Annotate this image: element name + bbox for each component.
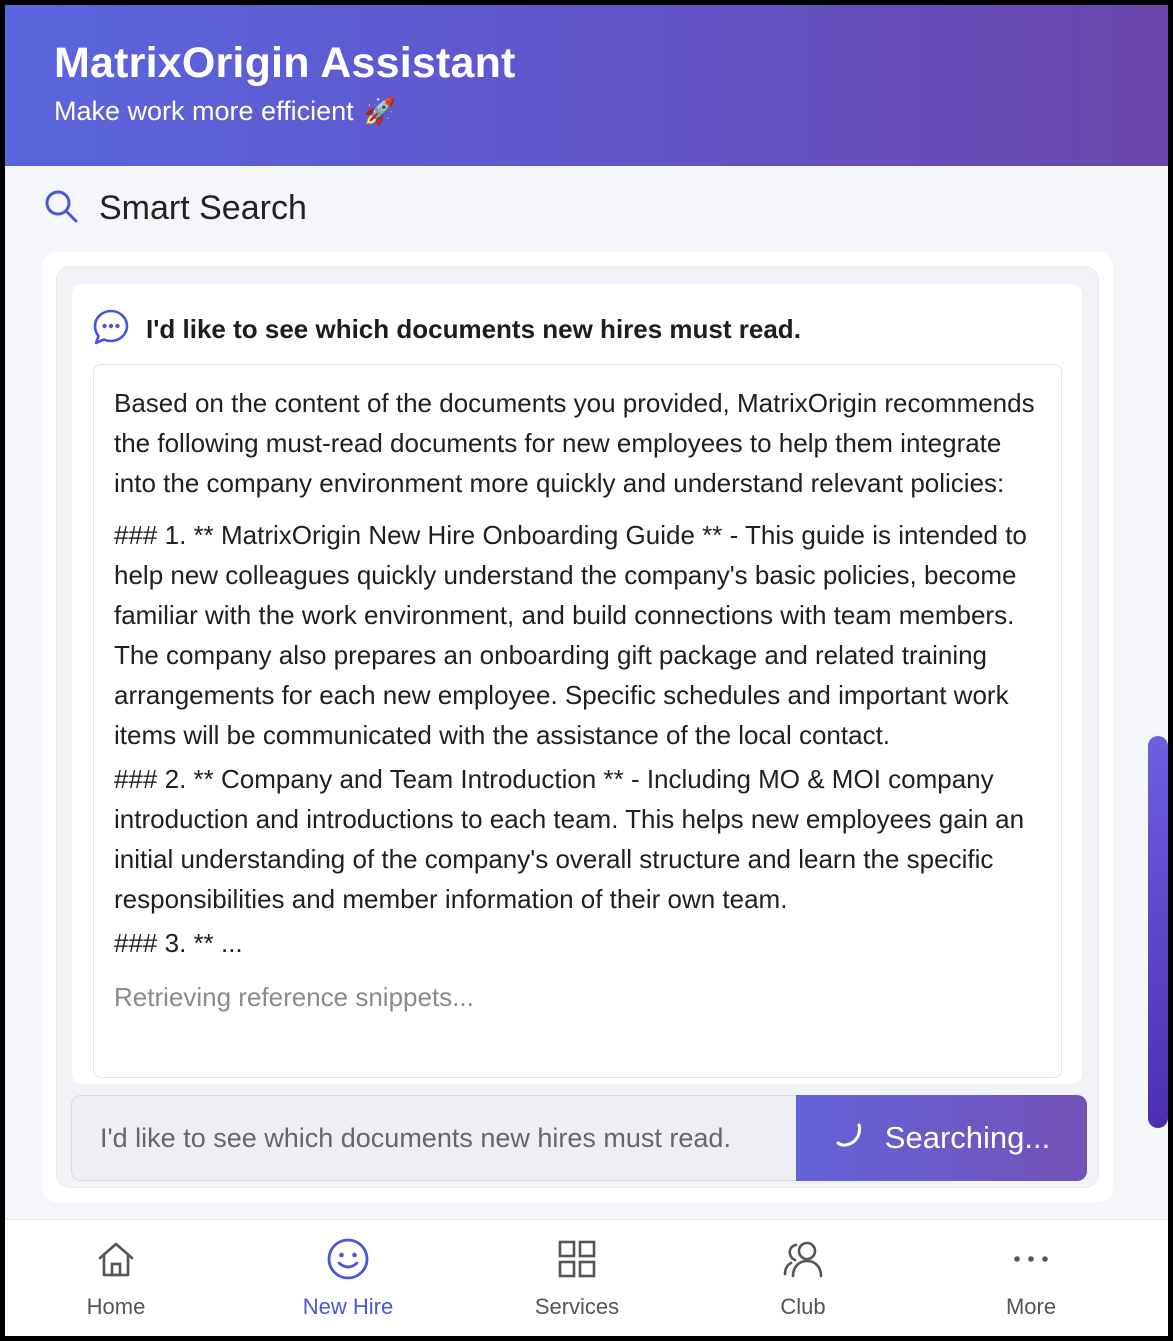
app-subtitle: Make work more efficient 🚀 [54,96,396,127]
grid-icon [497,1236,657,1282]
query-text: I'd like to see which documents new hire… [146,314,801,344]
spinner-icon [833,1119,863,1157]
rocket-icon: 🚀 [363,96,396,126]
users-icon [723,1236,883,1282]
nav-label-new-hire: New Hire [302,1294,394,1319]
search-bar: Searching... [71,1095,1087,1181]
result-card: I'd like to see which documents new hire… [72,284,1082,1084]
scrollbar-thumb[interactable] [1148,736,1168,1128]
nav-item-home[interactable]: Home [36,1236,196,1320]
nav-item-more[interactable]: More [951,1236,1111,1320]
search-button-label: Searching... [884,1120,1051,1155]
search-card: I'd like to see which documents new hire… [42,252,1113,1202]
search-input[interactable] [71,1095,796,1181]
nav-item-new-hire[interactable]: New Hire [268,1236,428,1320]
subtitle-text: Make work more efficient [54,96,354,126]
nav-label-home: Home [86,1294,146,1319]
search-button[interactable]: Searching... [796,1095,1087,1181]
search-icon [43,188,79,229]
nav-label-services: Services [534,1294,620,1319]
answer-box: Based on the content of the documents yo… [93,364,1062,1078]
section-header: Smart Search [43,188,307,229]
more-icon [951,1236,1111,1282]
chat-bubble-icon [92,308,130,351]
search-panel: I'd like to see which documents new hire… [56,266,1099,1188]
smiley-icon [268,1236,428,1282]
answer-intro: Based on the content of the documents yo… [114,388,1035,498]
answer-item-1: ### 1. ** MatrixOrigin New Hire Onboardi… [114,520,1027,750]
app-frame: MatrixOrigin Assistant Make work more ef… [5,5,1168,1336]
query-header: I'd like to see which documents new hire… [92,308,801,351]
bottom-nav: Home New Hire Services Club More [5,1219,1168,1336]
section-title: Smart Search [99,189,307,227]
status-text: Retrieving reference snippets... [114,982,474,1012]
answer-item-3: ### 3. ** ... [114,928,243,958]
nav-label-more: More [1005,1294,1057,1319]
answer-item-2: ### 2. ** Company and Team Introduction … [114,764,1025,914]
app-header: MatrixOrigin Assistant Make work more ef… [5,5,1168,166]
nav-item-club[interactable]: Club [723,1236,883,1320]
nav-item-services[interactable]: Services [497,1236,657,1320]
home-icon [36,1236,196,1282]
nav-label-club: Club [780,1294,826,1319]
app-title: MatrixOrigin Assistant [54,39,516,87]
